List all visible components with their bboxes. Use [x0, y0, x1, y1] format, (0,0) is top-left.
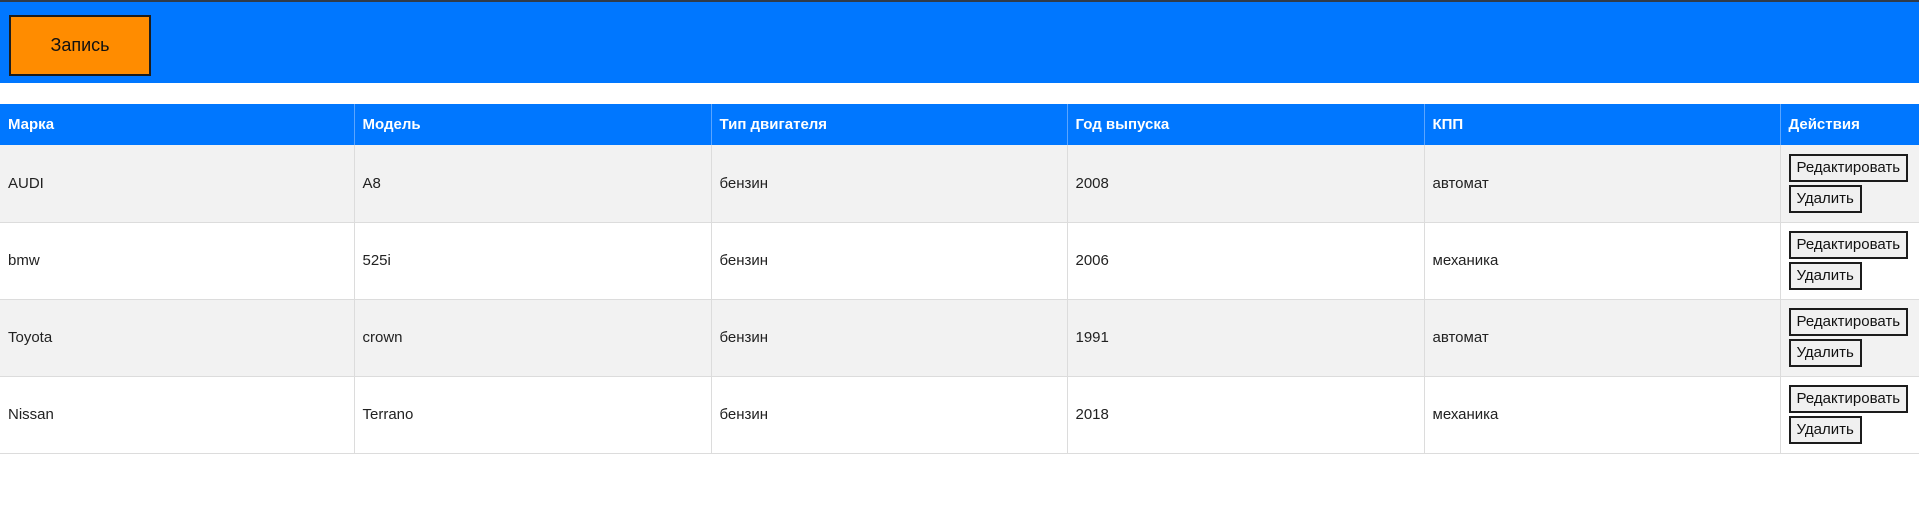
cell-year: 1991: [1067, 299, 1425, 377]
table-row: AUDI A8 бензин 2008 автомат Редактироват…: [0, 145, 1919, 223]
edit-button[interactable]: Редактировать: [1788, 385, 1909, 413]
table-header-row: Марка Модель Тип двигателя Год выпуска К…: [0, 104, 1919, 145]
cell-brand: AUDI: [0, 145, 355, 223]
cell-year: 2008: [1067, 145, 1425, 223]
table-row: Toyota crown бензин 1991 автомат Редакти…: [0, 299, 1919, 377]
cell-model: Terrano: [354, 376, 712, 454]
cell-gearbox: механика: [1424, 222, 1781, 300]
cell-gearbox: автомат: [1424, 145, 1781, 223]
cell-engine: бензин: [711, 299, 1068, 377]
cell-engine: бензин: [711, 145, 1068, 223]
table-row: Nissan Terrano бензин 2018 механика Реда…: [0, 376, 1919, 454]
column-header-engine: Тип двигателя: [711, 104, 1068, 145]
cell-gearbox: автомат: [1424, 299, 1781, 377]
cell-actions: Редактировать Удалить: [1780, 145, 1919, 223]
column-header-year: Год выпуска: [1067, 104, 1425, 145]
edit-button[interactable]: Редактировать: [1788, 308, 1909, 336]
cell-brand: bmw: [0, 222, 355, 300]
cell-engine: бензин: [711, 376, 1068, 454]
header-bar: Запись: [0, 2, 1919, 83]
cell-year: 2006: [1067, 222, 1425, 300]
cell-actions: Редактировать Удалить: [1780, 222, 1919, 300]
delete-button[interactable]: Удалить: [1788, 262, 1862, 290]
delete-button[interactable]: Удалить: [1788, 339, 1862, 367]
cell-gearbox: механика: [1424, 376, 1781, 454]
cell-actions: Редактировать Удалить: [1780, 299, 1919, 377]
cell-year: 2018: [1067, 376, 1425, 454]
cell-brand: Nissan: [0, 376, 355, 454]
column-header-brand: Марка: [0, 104, 355, 145]
edit-button[interactable]: Редактировать: [1788, 231, 1909, 259]
column-header-model: Модель: [354, 104, 712, 145]
cell-engine: бензин: [711, 222, 1068, 300]
delete-button[interactable]: Удалить: [1788, 184, 1862, 213]
cell-model: 525i: [354, 222, 712, 300]
cell-model: crown: [354, 299, 712, 377]
table-row: bmw 525i бензин 2006 механика Редактиров…: [0, 222, 1919, 300]
column-header-gearbox: КПП: [1424, 104, 1781, 145]
cell-model: A8: [354, 145, 712, 223]
cars-table: Марка Модель Тип двигателя Год выпуска К…: [0, 104, 1919, 454]
record-button[interactable]: Запись: [9, 15, 151, 76]
column-header-actions: Действия: [1788, 116, 1860, 133]
edit-button[interactable]: Редактировать: [1788, 153, 1909, 182]
delete-button[interactable]: Удалить: [1788, 416, 1862, 444]
cell-actions: Редактировать Удалить: [1780, 376, 1919, 454]
cell-brand: Toyota: [0, 299, 355, 377]
